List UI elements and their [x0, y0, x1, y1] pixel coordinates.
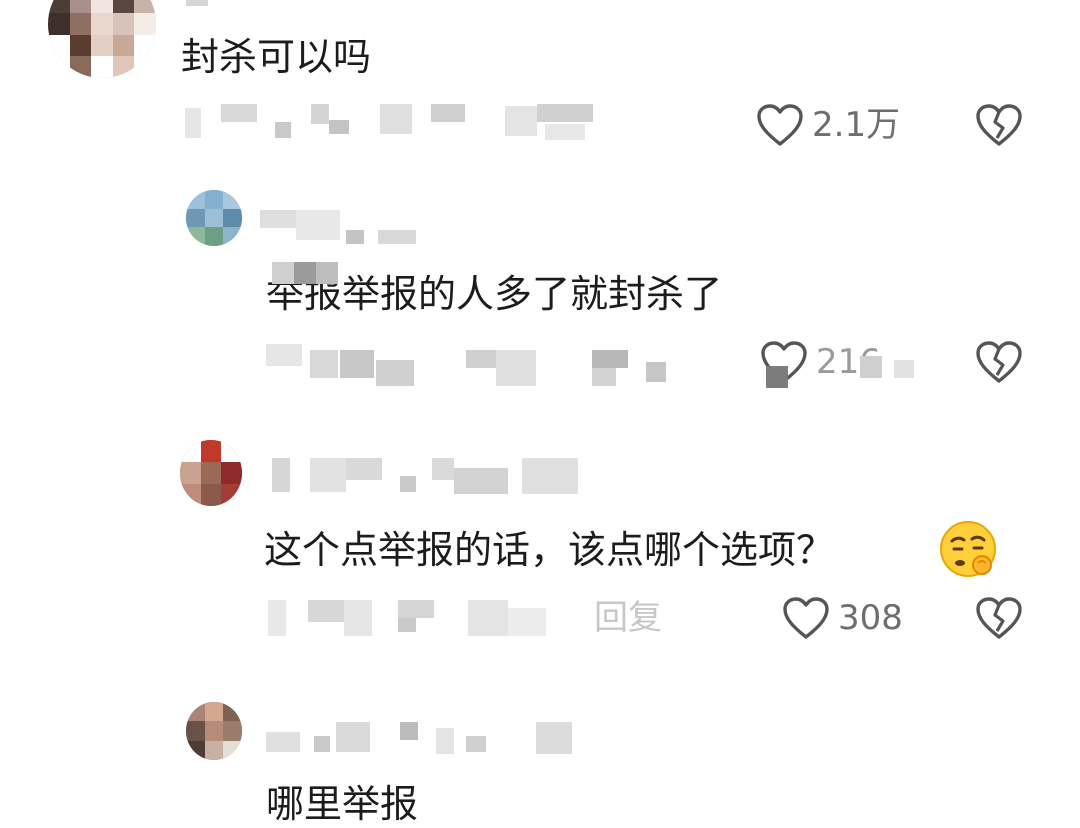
- comment-meta: [266, 342, 676, 390]
- username[interactable]: [272, 458, 592, 498]
- dislike-button[interactable]: [975, 340, 1023, 388]
- reply-button[interactable]: 回复: [594, 598, 662, 638]
- dislike-button[interactable]: [975, 596, 1023, 644]
- broken-heart-icon: [976, 104, 1022, 146]
- like-button[interactable]: 2.1万: [756, 103, 900, 147]
- like-count: 2.1万: [812, 105, 901, 145]
- avatar[interactable]: [48, 0, 156, 78]
- comment-text: 哪里举报: [266, 782, 419, 826]
- mosaic-patch: [272, 262, 342, 290]
- heart-outline-icon: [783, 597, 829, 639]
- username[interactable]: [260, 206, 430, 246]
- avatar[interactable]: [186, 702, 242, 760]
- avatar[interactable]: [186, 190, 242, 246]
- comment-meta: [185, 100, 605, 146]
- avatar[interactable]: [180, 440, 242, 506]
- comment-text: 这个点举报的话，该点哪个选项？: [264, 528, 835, 572]
- username[interactable]: [186, 0, 226, 8]
- like-count: 308: [838, 598, 903, 638]
- thinking-face-emoji: [940, 521, 996, 577]
- mosaic-patch: [766, 356, 916, 388]
- comment-meta: [268, 596, 548, 640]
- heart-outline-icon: [757, 104, 803, 146]
- broken-heart-icon: [976, 341, 1022, 383]
- comment-text: 封杀可以吗: [181, 35, 372, 79]
- broken-heart-icon: [976, 597, 1022, 639]
- like-button[interactable]: 308: [782, 596, 903, 640]
- username[interactable]: [266, 718, 586, 758]
- dislike-button[interactable]: [975, 103, 1023, 151]
